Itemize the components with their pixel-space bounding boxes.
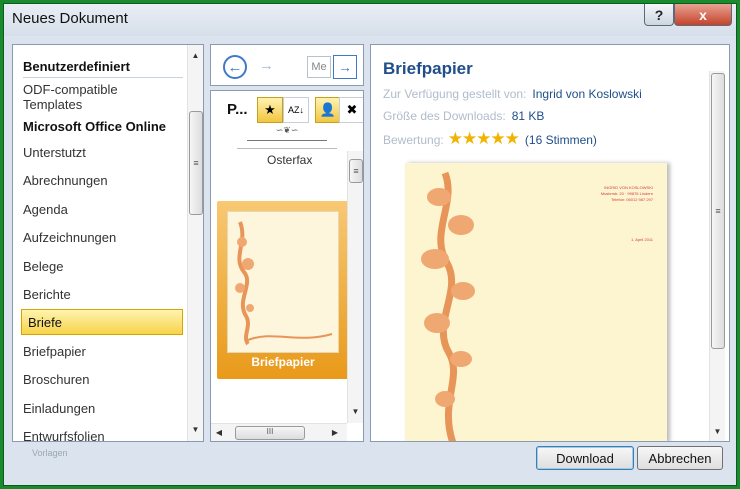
scroll-up-icon[interactable]: ▲ <box>188 51 203 60</box>
details-title: Briefpapier <box>383 59 473 78</box>
template-thumbnail <box>227 211 339 353</box>
category-scrollbar[interactable]: ▲ ≡ ▼ <box>187 45 203 441</box>
category-office-online[interactable]: Microsoft Office Online <box>23 119 166 134</box>
cancel-button[interactable]: Abbrechen <box>637 446 723 470</box>
template-scroll-thumb[interactable]: ≡ <box>349 159 363 183</box>
category-einladungen[interactable]: Einladungen <box>23 401 95 416</box>
sort-az-icon[interactable]: AZ↓ <box>283 97 309 123</box>
category-odf[interactable]: ODF-compatible <box>23 82 118 97</box>
preview-street: Musterstr. 20 · 99876 Lindern <box>600 191 653 196</box>
category-unterstutzt[interactable]: Unterstutzt <box>23 145 86 160</box>
template-scroll-down-icon[interactable]: ▼ <box>348 407 363 416</box>
download-button[interactable]: Download <box>536 446 634 470</box>
forward-button[interactable]: → <box>259 57 274 74</box>
category-broschuren[interactable]: Broschuren <box>23 372 89 387</box>
scroll-down-icon[interactable]: ▼ <box>188 425 203 434</box>
category-entwurfsfolien[interactable]: Entwurfsfolien <box>23 429 105 441</box>
person-icon[interactable]: 👤 <box>315 97 341 123</box>
category-berichte[interactable]: Berichte <box>23 287 71 302</box>
template-list: P... ★ AZ↓ 👤 ✖ ∽❦∽ Osterfax Briefpapier … <box>210 90 364 442</box>
scroll-thumb[interactable]: ≡ <box>189 111 203 215</box>
template-scrollbar[interactable]: ≡ ▼ <box>347 151 363 423</box>
window-title: Neues Dokument <box>12 10 128 27</box>
category-belege[interactable]: Belege <box>23 259 63 274</box>
category-aufzeichnungen[interactable]: Aufzeichnungen <box>23 230 116 245</box>
category-briefe[interactable]: Briefe <box>21 309 183 335</box>
details-scroll-thumb[interactable]: ≡ <box>711 73 725 349</box>
template-divider <box>237 148 337 149</box>
more-field[interactable]: Me <box>307 56 331 78</box>
template-hscrollbar[interactable]: ◀ III ▶ <box>211 423 347 441</box>
details-scroll-down-icon[interactable]: ▼ <box>710 427 725 436</box>
rating-stars-icon: ★★★★★ <box>447 129 520 148</box>
star-filter-icon[interactable]: ★ <box>257 97 283 123</box>
category-briefpapier[interactable]: Briefpapier <box>23 344 86 359</box>
download-size-row: Größe des Downloads: 81 KB <box>383 109 544 123</box>
scroll-left-icon[interactable]: ◀ <box>213 428 225 437</box>
back-button[interactable]: ← <box>223 55 247 79</box>
provided-by-value[interactable]: Ingrid von Koslowski <box>532 87 641 101</box>
category-divider <box>23 77 183 78</box>
provided-by-label: Zur Verfügung gestellt von: <box>383 87 527 101</box>
details-scrollbar[interactable]: ≡ ▼ <box>709 71 725 441</box>
templates-footer-label: Vorlagen <box>32 448 68 458</box>
rating-label: Bewertung: <box>383 133 444 147</box>
download-size-label: Größe des Downloads: <box>383 109 506 123</box>
template-nav-bar: ← → Me → <box>210 44 364 86</box>
remove-person-icon[interactable]: ✖ <box>339 97 363 123</box>
preview-phone: Telefon: 06012 987 297 <box>611 197 653 202</box>
rating-votes: (16 Stimmen) <box>524 133 597 147</box>
template-tile-label: Briefpapier <box>251 355 315 369</box>
category-odf-templates[interactable]: Templates <box>23 97 82 112</box>
provided-by-row: Zur Verfügung gestellt von: Ingrid von Ko… <box>383 87 642 101</box>
preview-date: 1. April 2011 <box>631 237 653 242</box>
category-benutzerdefiniert[interactable]: Benutzerdefiniert <box>23 59 130 74</box>
dialog-window: Neues Dokument ? x Benutzerdefiniert ODF… <box>3 3 737 486</box>
template-hscroll-thumb[interactable]: III <box>235 426 305 440</box>
template-group-title: P... <box>227 101 248 118</box>
category-agenda[interactable]: Agenda <box>23 202 68 217</box>
next-button[interactable]: → <box>333 55 357 79</box>
download-size-value: 81 KB <box>511 109 545 123</box>
ornament-thumbnail: ∽❦∽ <box>247 125 327 141</box>
template-tile-briefpapier[interactable]: Briefpapier <box>217 201 349 379</box>
help-button[interactable]: ? <box>644 4 674 26</box>
title-bar: Neues Dokument ? x <box>4 4 736 36</box>
scroll-right-icon[interactable]: ▶ <box>329 428 341 437</box>
category-abrechnungen[interactable]: Abrechnungen <box>23 173 108 188</box>
close-button[interactable]: x <box>674 4 732 26</box>
category-list: Benutzerdefiniert ODF-compatible Templat… <box>12 44 204 442</box>
rating-row: Bewertung: ★★★★★ (16 Stimmen) <box>383 129 597 149</box>
template-details: Briefpapier Zur Verfügung gestellt von: I… <box>370 44 730 442</box>
template-preview: INGRID VON KOSLOWSKI Musterstr. 20 · 998… <box>405 163 667 441</box>
template-osterfax[interactable]: Osterfax <box>267 153 312 167</box>
preview-sender: INGRID VON KOSLOWSKI <box>604 185 653 190</box>
